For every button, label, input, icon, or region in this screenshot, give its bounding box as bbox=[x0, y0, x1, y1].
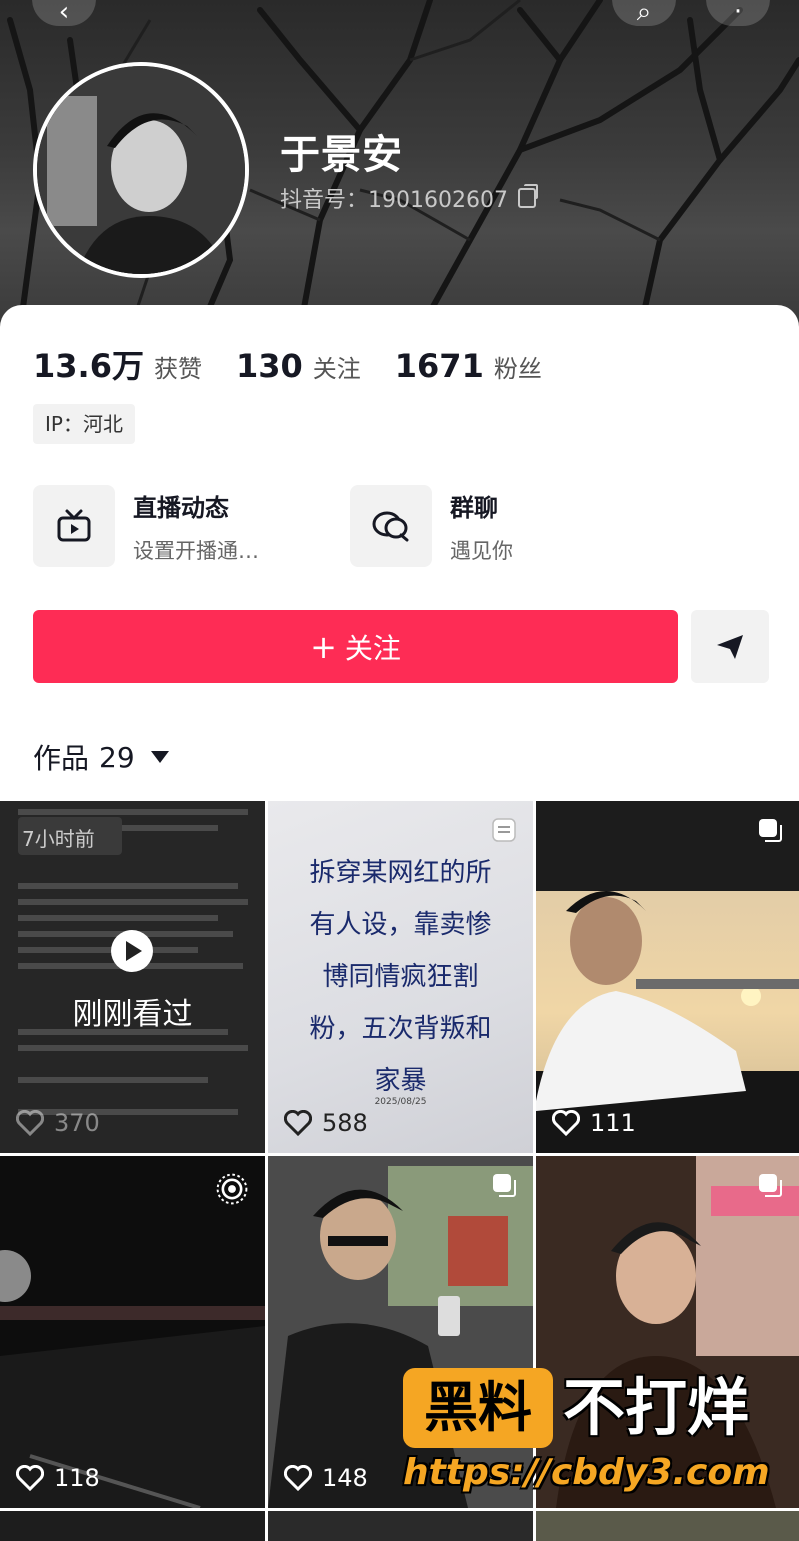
video-tile[interactable] bbox=[536, 1511, 799, 1541]
douyin-id-row[interactable]: 抖音号：1901602607 bbox=[280, 182, 538, 214]
like-count-value: 111 bbox=[590, 1109, 636, 1137]
video-tile[interactable]: 拆穿某网红的所 有人设，靠卖惨 博同情疯狂割 粉，五次背叛和 家暴 2025/0… bbox=[268, 801, 533, 1153]
heart-icon bbox=[16, 1110, 44, 1136]
avatar[interactable] bbox=[33, 62, 249, 278]
tile-title-line: 有人设，靠卖惨 bbox=[309, 910, 492, 940]
followers-label[interactable]: 粉丝 bbox=[494, 349, 542, 384]
image-set-icon bbox=[493, 1174, 516, 1197]
followers-count[interactable]: 1671 bbox=[395, 347, 484, 385]
group-chat-title: 群聊 bbox=[450, 493, 498, 522]
works-count: 29 bbox=[99, 740, 135, 774]
like-count-value: 370 bbox=[54, 1109, 100, 1137]
live-feed-subtitle: 设置开播通… bbox=[133, 538, 259, 563]
like-count: 111 bbox=[552, 1109, 636, 1137]
tile-title-line: 拆穿某网红的所 bbox=[309, 858, 492, 888]
more-icon: · bbox=[733, 0, 743, 27]
live-feed-entry[interactable]: 直播动态 设置开播通… bbox=[33, 485, 259, 567]
heart-icon bbox=[16, 1465, 44, 1491]
back-icon: ‹ bbox=[58, 0, 70, 27]
tv-icon bbox=[33, 485, 115, 567]
video-tile[interactable]: 7小时前 刚刚看过 370 bbox=[0, 801, 265, 1153]
group-chat-entry[interactable]: 群聊 遇见你 bbox=[350, 485, 513, 567]
paper-plane-icon bbox=[717, 634, 743, 659]
following-count[interactable]: 130 bbox=[236, 347, 303, 385]
sunset-car-photo bbox=[536, 801, 799, 1153]
group-chat-subtitle: 遇见你 bbox=[450, 538, 513, 563]
video-tile[interactable] bbox=[0, 1511, 265, 1541]
chat-bubbles-icon bbox=[350, 485, 432, 567]
text-doc-thumbnail bbox=[0, 801, 265, 1153]
watermark-text: 不打烊 bbox=[563, 1371, 750, 1444]
like-count: 118 bbox=[16, 1464, 100, 1492]
image-set-icon bbox=[759, 1174, 782, 1197]
likes-count: 13.6万 bbox=[33, 347, 144, 385]
live-photo-icon bbox=[216, 1173, 248, 1205]
like-count: 370 bbox=[16, 1109, 100, 1137]
send-message-button[interactable] bbox=[691, 610, 769, 683]
works-label: 作品 bbox=[33, 742, 90, 775]
watermark: 黑料 不打烊 https://cbdy3.com bbox=[403, 1368, 771, 1508]
watermark-logo: 黑料 bbox=[403, 1368, 553, 1448]
search-icon: ⌕ bbox=[636, 0, 652, 27]
time-tag: 7小时前 bbox=[22, 827, 95, 851]
video-tile[interactable]: 111 bbox=[536, 801, 799, 1153]
video-tile[interactable]: 118 bbox=[0, 1156, 265, 1508]
profile-name: 于景安 bbox=[280, 132, 403, 178]
like-count: 588 bbox=[284, 1109, 368, 1137]
like-count: 148 bbox=[284, 1464, 368, 1492]
like-count-value: 148 bbox=[322, 1464, 368, 1492]
image-set-icon bbox=[759, 819, 782, 842]
profile-header: ‹ ⌕ · 于景安 抖音号：1901602607 bbox=[0, 0, 799, 330]
ip-location-tag: IP：河北 bbox=[33, 404, 135, 444]
caret-down-icon bbox=[150, 751, 169, 763]
douyin-id: 抖音号：1901602607 bbox=[280, 188, 508, 213]
heart-icon bbox=[284, 1110, 312, 1136]
follow-button[interactable]: + 关注 bbox=[33, 610, 678, 683]
following-label[interactable]: 关注 bbox=[313, 349, 361, 384]
heart-icon bbox=[552, 1110, 580, 1136]
follow-label: 关注 bbox=[344, 631, 401, 665]
copy-icon[interactable] bbox=[517, 184, 538, 208]
works-tab[interactable]: 作品 29 bbox=[33, 737, 169, 777]
like-count-value: 588 bbox=[322, 1109, 368, 1137]
likes-label: 获赞 bbox=[153, 355, 202, 383]
video-tile[interactable] bbox=[268, 1511, 533, 1541]
profile-card: 13.6万 获赞 130 关注 1671 粉丝 IP：河北 直播动态 设置开播通… bbox=[0, 305, 799, 805]
avatar-photo bbox=[37, 66, 245, 274]
watermark-url: https://cbdy3.com bbox=[403, 1452, 770, 1493]
stats-row: 13.6万 获赞 130 关注 1671 粉丝 bbox=[33, 341, 576, 387]
tile-date: 2025/08/25 bbox=[374, 1097, 427, 1107]
heart-icon bbox=[284, 1465, 312, 1491]
note-icon bbox=[492, 818, 516, 842]
live-feed-title: 直播动态 bbox=[133, 493, 229, 522]
like-count-value: 118 bbox=[54, 1464, 100, 1492]
night-road-photo bbox=[0, 1156, 265, 1508]
plus-icon: + bbox=[310, 627, 337, 666]
tile-title-line: 博同情疯狂割 bbox=[322, 962, 479, 992]
recently-watched-label: 刚刚看过 bbox=[72, 997, 193, 1032]
tile-title-line: 粉，五次背叛和 bbox=[309, 1014, 492, 1044]
